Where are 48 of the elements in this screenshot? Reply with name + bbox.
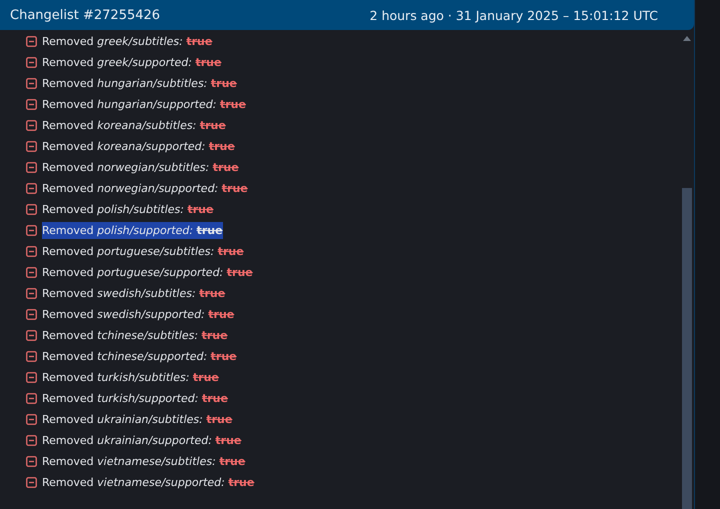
minus-square-icon	[26, 393, 37, 404]
minus-square-icon	[26, 120, 37, 131]
change-entry: Removed vietnamese/supported: true	[42, 475, 254, 491]
change-entry: Removed turkish/supported: true	[42, 391, 228, 407]
change-entry: Removed polish/subtitles: true	[42, 202, 214, 218]
change-entry: Removed ukrainian/supported: true	[42, 433, 242, 449]
change-entry: Removed tchinese/supported: true	[42, 349, 237, 365]
minus-square-icon	[26, 204, 37, 215]
changelist-title: Changelist #27255426	[10, 8, 160, 22]
minus-square-icon	[26, 162, 37, 173]
minus-square-icon	[26, 225, 37, 236]
change-entry: Removed greek/subtitles: true	[42, 34, 212, 50]
change-entry: Removed greek/supported: true	[42, 55, 222, 71]
minus-square-icon	[26, 141, 37, 152]
change-entry: Removed swedish/subtitles: true	[42, 286, 226, 302]
change-entry: Removed ukrainian/subtitles: true	[42, 412, 232, 428]
change-entry: Removed koreana/subtitles: true	[42, 118, 226, 134]
minus-square-icon	[26, 309, 37, 320]
change-entry: Removed portuguese/subtitles: true	[42, 244, 244, 260]
minus-square-icon	[26, 57, 37, 68]
minus-square-icon	[26, 330, 37, 341]
minus-square-icon	[26, 414, 37, 425]
minus-square-icon	[26, 99, 37, 110]
scroll-up-icon[interactable]	[683, 36, 691, 41]
change-entry: Removed hungarian/subtitles: true	[42, 76, 237, 92]
minus-square-icon	[26, 372, 37, 383]
minus-square-icon	[26, 456, 37, 467]
change-entry: Removed tchinese/subtitles: true	[42, 328, 228, 344]
change-entry: Removed polish/supported: true	[42, 222, 223, 239]
minus-square-icon	[26, 183, 37, 194]
minus-square-icon	[26, 78, 37, 89]
minus-square-icon	[26, 36, 37, 47]
change-entry: Removed swedish/supported: true	[42, 307, 234, 323]
change-entry: Removed norwegian/subtitles: true	[42, 160, 239, 176]
change-entry: Removed norwegian/supported: true	[42, 181, 248, 197]
scrollbar-thumb[interactable]	[682, 188, 692, 509]
change-entry: Removed turkish/subtitles: true	[42, 370, 219, 386]
change-entry: Removed hungarian/supported: true	[42, 97, 246, 113]
minus-square-icon	[26, 246, 37, 257]
change-entry: Removed vietnamese/subtitles: true	[42, 454, 246, 470]
minus-square-icon	[26, 435, 37, 446]
change-entry: Removed koreana/supported: true	[42, 139, 235, 155]
minus-square-icon	[26, 351, 37, 362]
timestamp: 2 hours ago · 31 January 2025 – 15:01:12 UTC	[370, 8, 658, 22]
minus-square-icon	[26, 288, 37, 299]
minus-square-icon	[26, 477, 37, 488]
change-entry: Removed portuguese/supported: true	[42, 265, 253, 281]
minus-square-icon	[26, 267, 37, 278]
